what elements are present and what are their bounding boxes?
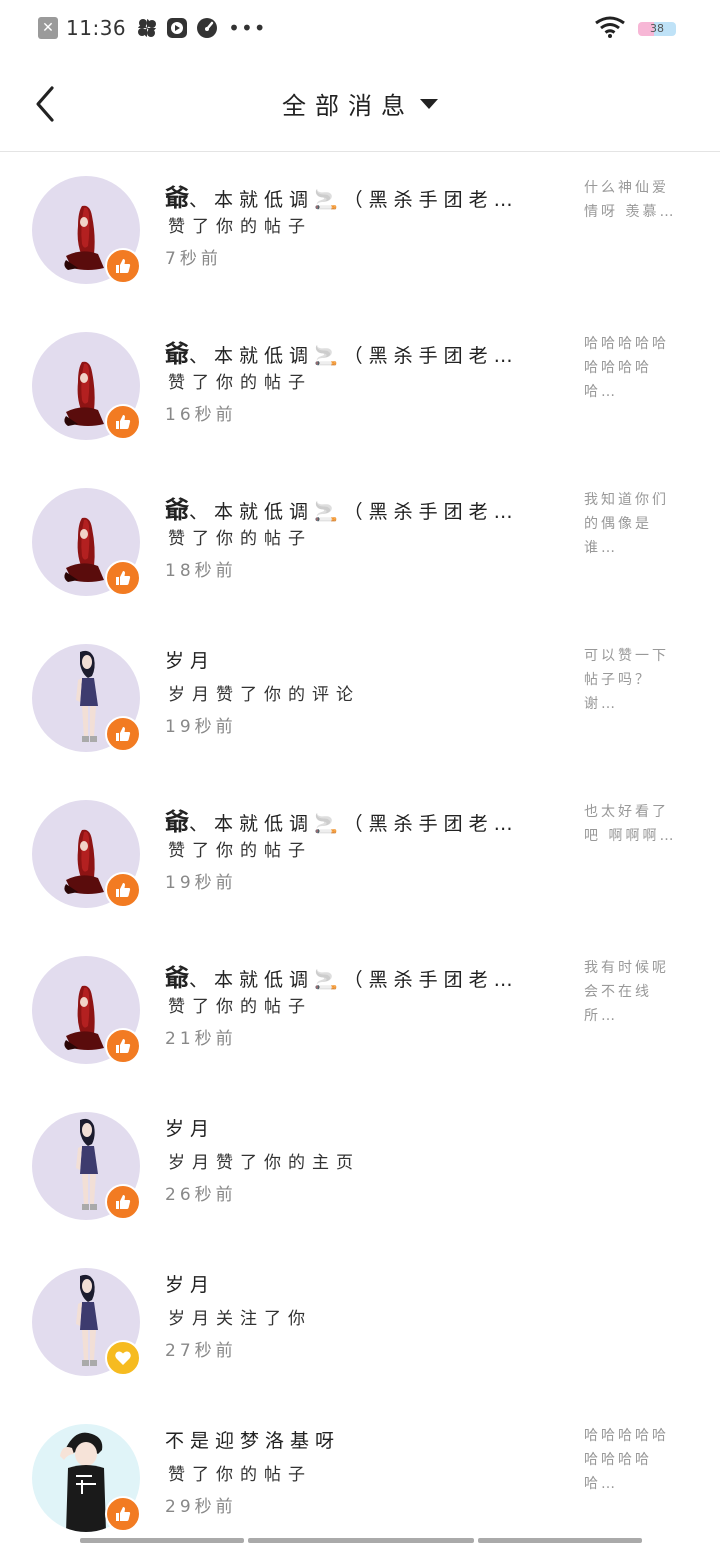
sender-name-text: 、本就低调🚬（黑杀手团老… [189,969,519,991]
notification-item[interactable]: 岁月岁月赞了你的评论 19秒前 可以赞一下帖子吗？谢… [0,620,720,776]
sender-name[interactable]: 爺、本就低调🚬（黑杀手团老… [165,490,545,525]
timestamp: 16秒前 [165,405,237,425]
notification-item[interactable]: 爺、本就低调🚬（黑杀手团老… 赞了你的帖子 16秒前 哈哈哈哈哈哈哈哈哈哈… [0,308,720,464]
timestamp: 29秒前 [165,1497,237,1517]
sender-name-text: 、本就低调🚬（黑杀手团老… [189,501,519,523]
battery-icon: 38 [638,22,676,36]
sender-name[interactable]: 爺、本就低调🚬（黑杀手团老… [165,802,545,837]
action-text: 赞了你的帖子 [168,217,312,237]
sender-name[interactable]: 岁月 [165,646,545,673]
sender-name[interactable]: 爺、本就低调🚬（黑杀手团老… [165,178,545,213]
thumbs-up-icon [105,248,141,284]
sender-name-prefix: 爺 [165,340,189,368]
sender-name-text: 岁月 [165,650,216,672]
sender-name-text: 、本就低调🚬（黑杀手团老… [189,813,519,835]
post-preview[interactable]: 我有时候呢会不在线所… [584,956,684,1028]
sender-name-prefix: 爺 [165,964,189,992]
action-text: 岁月赞了你的评论 [168,685,360,705]
notification-item[interactable]: 爺、本就低调🚬（黑杀手团老… 赞了你的帖子 21秒前 我有时候呢会不在线所… [0,932,720,1088]
post-preview[interactable]: 什么神仙爱情呀 羡慕… [584,176,684,224]
thumbs-up-icon [105,716,141,752]
sender-name-prefix: 爺 [165,496,189,524]
action-text: 赞了你的帖子 [168,1465,312,1485]
status-bar: ✕ 11:36 ••• 38 [0,0,720,56]
timestamp: 21秒前 [165,1029,237,1049]
notification-item[interactable]: 岁月岁月关注了你 27秒前 [0,1244,720,1400]
thumbs-up-icon [105,1496,141,1532]
more-dots-icon: ••• [228,16,267,40]
action-text: 赞了你的帖子 [168,373,312,393]
status-left: ✕ 11:36 ••• [38,16,267,40]
status-time: 11:36 [66,16,127,40]
sender-name-prefix: 爺 [165,808,189,836]
gauge-icon [196,17,218,39]
thumbs-up-icon [105,404,141,440]
play-icon [166,17,188,39]
gesture-bar [80,1538,642,1544]
page-title: 全部消息 [282,92,414,120]
thumbs-up-icon [105,1028,141,1064]
notification-item[interactable]: 爺、本就低调🚬（黑杀手团老… 赞了你的帖子 19秒前 也太好看了吧 啊啊啊… [0,776,720,932]
sender-name-prefix: 爺 [165,184,189,212]
thumbs-up-icon [105,1184,141,1220]
post-preview[interactable]: 哈哈哈哈哈哈哈哈哈哈… [584,1424,684,1496]
sender-name-text: 、本就低调🚬（黑杀手团老… [189,189,519,211]
post-preview[interactable]: 我知道你们的偶像是谁… [584,488,684,560]
notification-item[interactable]: 爺、本就低调🚬（黑杀手团老… 赞了你的帖子 7秒前 什么神仙爱情呀 羡慕… [0,152,720,308]
thumbs-up-icon [105,560,141,596]
action-text: 赞了你的帖子 [168,841,312,861]
close-icon: ✕ [38,17,58,39]
timestamp: 7秒前 [165,249,222,269]
sender-name[interactable]: 不是迎梦洛基呀 [165,1426,545,1453]
title-dropdown[interactable]: 全部消息 [0,86,720,121]
action-text: 岁月赞了你的主页 [168,1153,360,1173]
action-text: 赞了你的帖子 [168,997,312,1017]
sender-name[interactable]: 爺、本就低调🚬（黑杀手团老… [165,958,545,993]
timestamp: 26秒前 [165,1185,237,1205]
action-text: 岁月关注了你 [168,1309,312,1329]
wifi-icon [594,16,626,42]
post-preview[interactable]: 可以赞一下帖子吗？谢… [584,644,684,716]
action-text: 赞了你的帖子 [168,529,312,549]
header: 全部消息 [0,56,720,152]
caret-down-icon [420,98,438,109]
post-preview[interactable]: 也太好看了吧 啊啊啊… [584,800,684,848]
timestamp: 18秒前 [165,561,237,581]
notification-item[interactable]: 不是迎梦洛基呀 赞了你的帖子 29秒前 哈哈哈哈哈哈哈哈哈哈… [0,1400,720,1556]
sender-name[interactable]: 岁月 [165,1270,545,1297]
heart-icon [105,1340,141,1376]
thumbs-up-icon [105,872,141,908]
timestamp: 19秒前 [165,717,237,737]
sender-name[interactable]: 爺、本就低调🚬（黑杀手团老… [165,334,545,369]
sender-name-text: 、本就低调🚬（黑杀手团老… [189,345,519,367]
notification-item[interactable]: 爺、本就低调🚬（黑杀手团老… 赞了你的帖子 18秒前 我知道你们的偶像是谁… [0,464,720,620]
notification-item[interactable]: 岁月岁月赞了你的主页 26秒前 [0,1088,720,1244]
status-right: 38 [594,16,676,42]
post-preview[interactable]: 哈哈哈哈哈哈哈哈哈哈… [584,332,684,404]
timestamp: 27秒前 [165,1341,237,1361]
sender-name-text: 不是迎梦洛基呀 [165,1430,341,1452]
pinwheel-icon [136,17,158,39]
notification-list: 爺、本就低调🚬（黑杀手团老… 赞了你的帖子 7秒前 什么神仙爱情呀 羡慕… 爺、本就低调… [0,152,720,1556]
sender-name[interactable]: 岁月 [165,1114,545,1141]
sender-name-text: 岁月 [165,1274,216,1296]
sender-name-text: 岁月 [165,1118,216,1140]
timestamp: 19秒前 [165,873,237,893]
